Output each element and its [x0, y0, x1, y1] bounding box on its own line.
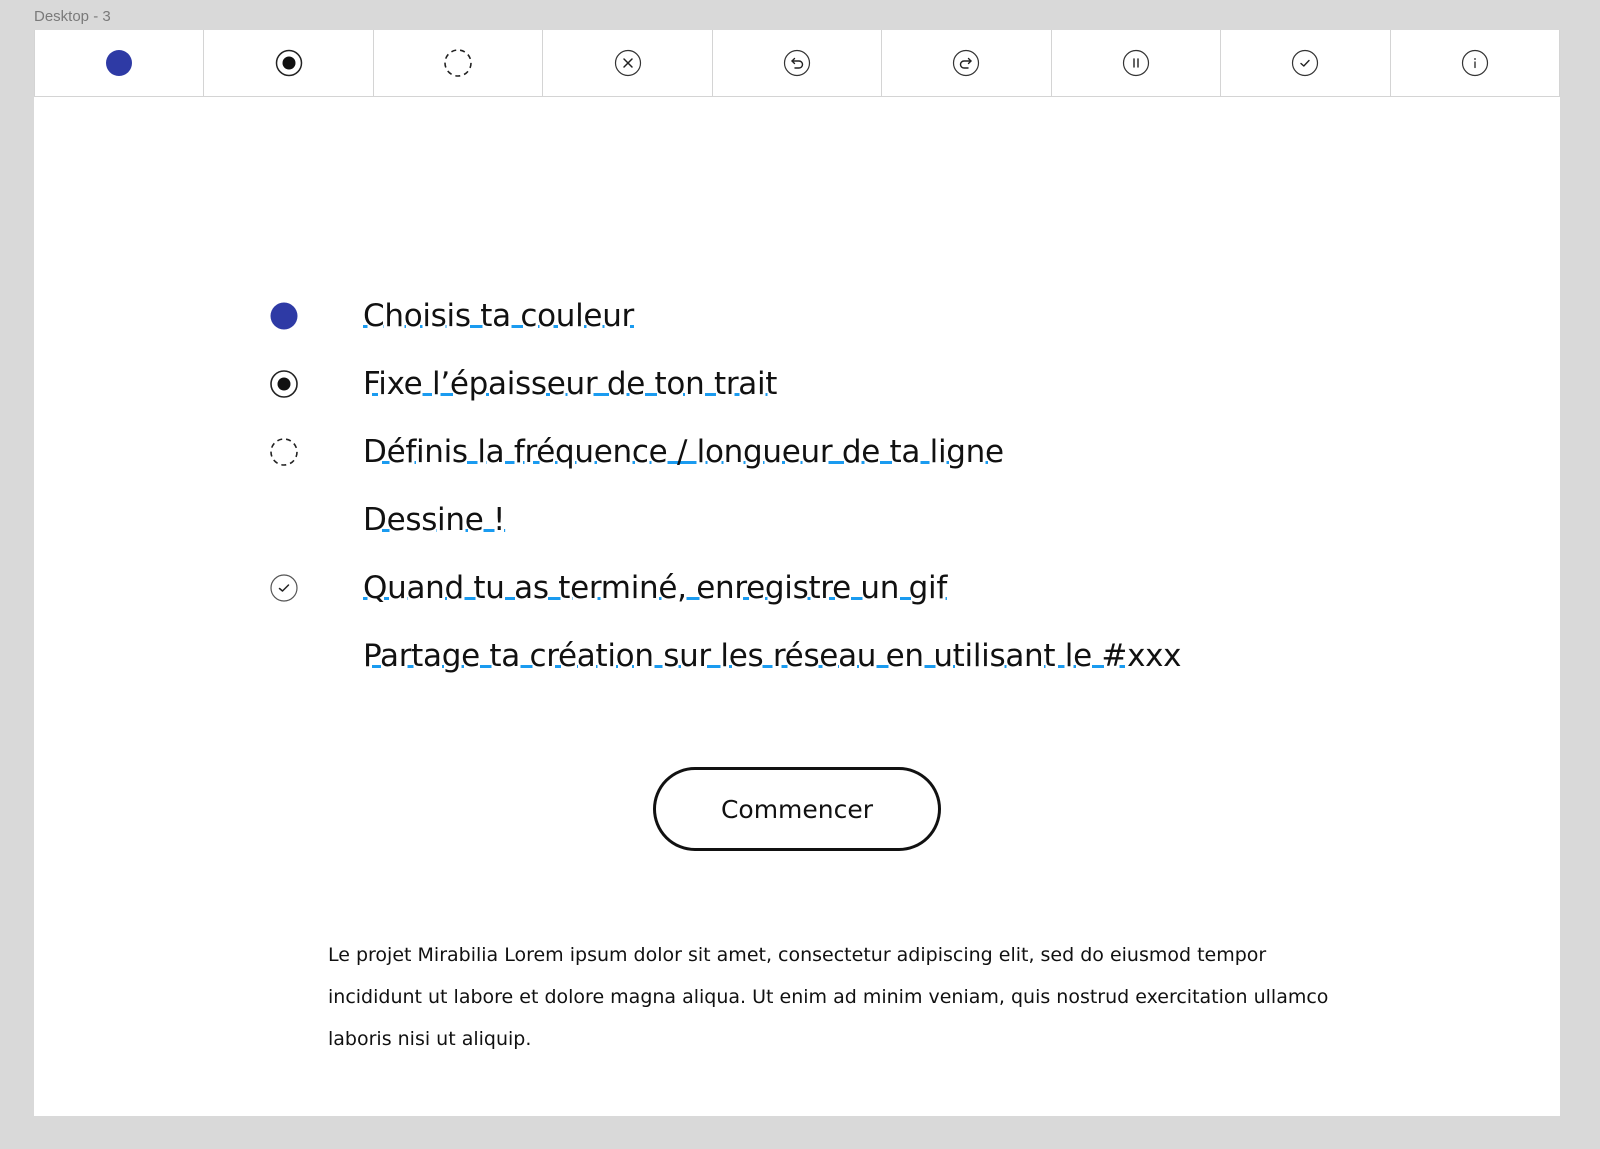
- check-icon: [269, 573, 299, 603]
- dashed-circle-icon: [269, 437, 299, 467]
- stroke-width-icon: [269, 369, 299, 399]
- tool-save[interactable]: [1221, 30, 1391, 96]
- tool-pause[interactable]: [1052, 30, 1222, 96]
- start-button[interactable]: Commencer: [653, 767, 941, 851]
- clear-icon: [614, 49, 641, 77]
- step-choose-color: Choisis ta couleur: [269, 282, 1181, 350]
- step-share: Partage ta création sur les réseau en ut…: [269, 622, 1182, 690]
- tool-clear[interactable]: [543, 30, 713, 96]
- step-text: Quand tu as terminé, enregistre un gif: [363, 570, 947, 606]
- step-text: Dessine !: [363, 502, 506, 538]
- step-save-gif: Quand tu as terminé, enregistre un gif: [269, 554, 1181, 622]
- tool-undo[interactable]: [713, 30, 883, 96]
- info-icon: [1461, 49, 1488, 77]
- check-icon: [1292, 49, 1319, 77]
- tool-frequency[interactable]: [374, 30, 544, 96]
- tool-color[interactable]: [34, 30, 205, 96]
- step-text: Fixe l’épaisseur de ton trait: [363, 366, 778, 402]
- frame-label: Desktop - 3: [34, 8, 111, 25]
- tool-redo[interactable]: [882, 30, 1052, 96]
- color-dot-icon: [106, 50, 133, 76]
- step-stroke-width: Fixe l’épaisseur de ton trait: [269, 350, 1181, 418]
- step-draw: Dessine !: [269, 486, 1181, 554]
- step-frequency: Définis la fréquence / longueur de ta li…: [269, 418, 1181, 486]
- instruction-list: Choisis ta couleur Fixe l’épaisseur de t…: [269, 282, 1182, 690]
- tool-stroke-width[interactable]: [204, 30, 374, 96]
- step-text: Partage ta création sur les réseau en ut…: [363, 638, 1182, 674]
- dashed-circle-icon: [444, 49, 472, 77]
- pause-icon: [1122, 49, 1149, 77]
- stroke-width-icon: [275, 49, 302, 77]
- step-text: Choisis ta couleur: [363, 298, 634, 334]
- tool-info[interactable]: [1391, 30, 1560, 96]
- desktop-frame: Choisis ta couleur Fixe l’épaisseur de t…: [34, 30, 1560, 1116]
- step-text: Définis la fréquence / longueur de ta li…: [363, 434, 1004, 470]
- redo-icon: [953, 49, 980, 77]
- color-dot-icon: [269, 301, 299, 331]
- undo-icon: [783, 49, 811, 77]
- toolbar: [34, 30, 1560, 97]
- project-description: Le projet Mirabilia Lorem ipsum dolor si…: [328, 944, 1329, 1050]
